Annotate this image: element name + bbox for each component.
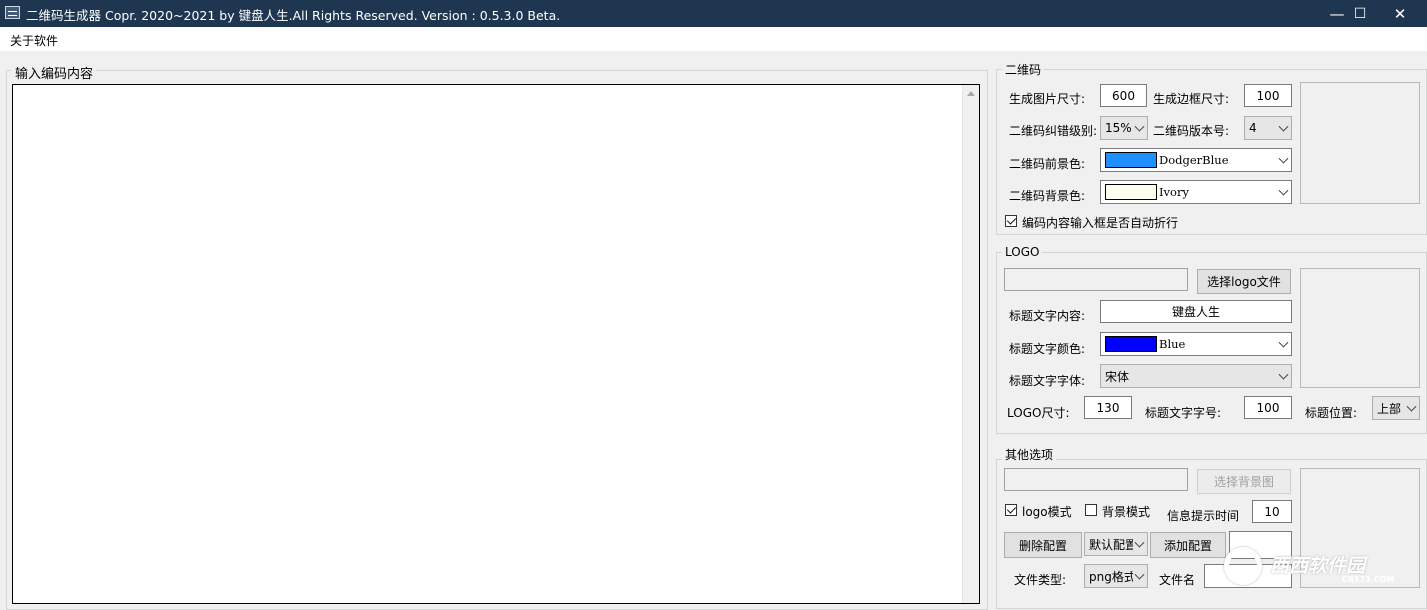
file-type-value: png格式: [1089, 569, 1133, 584]
caption-input[interactable]: 键盘人生: [1100, 300, 1292, 323]
file-type-label: 文件类型:: [1014, 573, 1067, 587]
border-size-label: 生成边框尺寸:: [1153, 92, 1230, 106]
caption-font-value: 宋体: [1105, 369, 1130, 384]
caption-color-swatch: [1105, 336, 1157, 352]
vertical-scrollbar[interactable]: [962, 85, 979, 603]
chevron-down-icon: [1278, 337, 1289, 348]
image-size-label: 生成图片尺寸:: [1009, 92, 1086, 106]
delete-config-button[interactable]: 删除配置: [1004, 532, 1082, 558]
watermark-subtext: CR173.COM: [1342, 575, 1395, 584]
window-title: 二维码生成器 Copr. 2020~2021 by 键盘人生.All Right…: [26, 8, 561, 23]
wrap-label: 编码内容输入框是否自动折行: [1022, 216, 1179, 230]
tip-time-label: 信息提示时间: [1167, 509, 1240, 523]
app-icon: [5, 6, 20, 19]
bg-mode-label: 背景模式: [1102, 505, 1151, 519]
bg-image-path-input[interactable]: [1004, 468, 1188, 491]
version-value: 4: [1249, 121, 1257, 135]
chevron-down-icon: [1278, 121, 1289, 132]
logo-mode-label: logo模式: [1022, 505, 1072, 519]
chevron-down-icon: [1134, 537, 1145, 548]
chevron-down-icon: [1134, 569, 1145, 580]
qrcode-preview: [1300, 82, 1420, 204]
scroll-up-icon[interactable]: [967, 91, 975, 96]
bg-color-select[interactable]: Ivory: [1100, 180, 1292, 204]
caption-color-label: 标题文字颜色:: [1009, 342, 1086, 356]
choose-logo-button[interactable]: 选择logo文件: [1197, 269, 1291, 294]
caption-position-value: 上部: [1377, 401, 1402, 416]
image-size-input[interactable]: 600: [1100, 84, 1147, 107]
fg-color-value: DodgerBlue: [1159, 153, 1229, 167]
caption-color-value: Blue: [1159, 337, 1186, 351]
qrcode-group-title: 二维码: [1002, 61, 1045, 78]
border-size-input[interactable]: 100: [1244, 84, 1292, 107]
add-config-button[interactable]: 添加配置: [1150, 532, 1226, 558]
menu-about[interactable]: 关于软件: [10, 32, 58, 49]
chevron-down-icon: [1278, 153, 1289, 164]
logo-group-title: LOGO: [1002, 245, 1043, 259]
other-options-title: 其他选项: [1002, 446, 1057, 463]
ecc-label: 二维码纠错级别:: [1009, 124, 1098, 138]
watermark-ring: [1224, 547, 1262, 585]
chevron-down-icon: [1406, 401, 1417, 412]
fg-color-select[interactable]: DodgerBlue: [1100, 148, 1292, 172]
choose-bg-image-button[interactable]: 选择背景图: [1197, 469, 1291, 494]
chevron-down-icon: [1278, 185, 1289, 196]
logo-size-label: LOGO尺寸:: [1007, 406, 1070, 420]
watermark-text: 西西软件园: [1270, 555, 1366, 577]
caption-font-label: 标题文字字体:: [1009, 374, 1086, 388]
version-select[interactable]: 4: [1244, 116, 1292, 140]
ecc-select[interactable]: 15%: [1100, 116, 1148, 140]
close-button[interactable]: ✕: [1377, 0, 1423, 27]
chevron-down-icon: [1134, 121, 1145, 132]
caption-position-select[interactable]: 上部: [1372, 396, 1420, 420]
title-bar: 二维码生成器 Copr. 2020~2021 by 键盘人生.All Right…: [0, 0, 1427, 27]
menu-bar: 关于软件: [0, 27, 1427, 51]
version-label: 二维码版本号:: [1153, 124, 1230, 138]
ecc-value: 15%: [1105, 121, 1132, 135]
bg-color-label: 二维码背景色:: [1009, 189, 1086, 203]
chevron-down-icon: [1278, 369, 1289, 380]
file-type-select[interactable]: png格式: [1084, 564, 1148, 588]
caption-font-size-label: 标题文字字号:: [1145, 406, 1222, 420]
bg-color-value: Ivory: [1159, 185, 1189, 199]
input-group-label: 输入编码内容: [12, 63, 97, 82]
file-name-label: 文件名: [1159, 573, 1196, 587]
watermark-logo: 西西软件园 CR173.COM: [1224, 545, 1424, 591]
fg-color-label: 二维码前景色:: [1009, 157, 1086, 171]
bg-mode-checkbox[interactable]: [1085, 504, 1097, 516]
fg-color-swatch: [1105, 152, 1157, 168]
logo-mode-checkbox[interactable]: [1005, 504, 1017, 516]
caption-font-size-input[interactable]: 100: [1244, 396, 1292, 419]
tip-time-input[interactable]: 10: [1252, 500, 1292, 523]
caption-position-label: 标题位置:: [1305, 406, 1358, 420]
content-textarea[interactable]: [12, 84, 980, 604]
bg-color-swatch: [1105, 184, 1157, 200]
wrap-checkbox[interactable]: [1005, 215, 1017, 227]
caption-font-select[interactable]: 宋体: [1100, 364, 1292, 388]
config-select[interactable]: 默认配置: [1084, 532, 1148, 556]
logo-path-input[interactable]: [1004, 268, 1188, 291]
caption-color-select[interactable]: Blue: [1100, 332, 1292, 356]
config-value: 默认配置: [1089, 537, 1133, 552]
logo-preview: [1300, 268, 1420, 388]
caption-label: 标题文字内容:: [1009, 309, 1086, 323]
logo-size-input[interactable]: 130: [1084, 396, 1132, 419]
